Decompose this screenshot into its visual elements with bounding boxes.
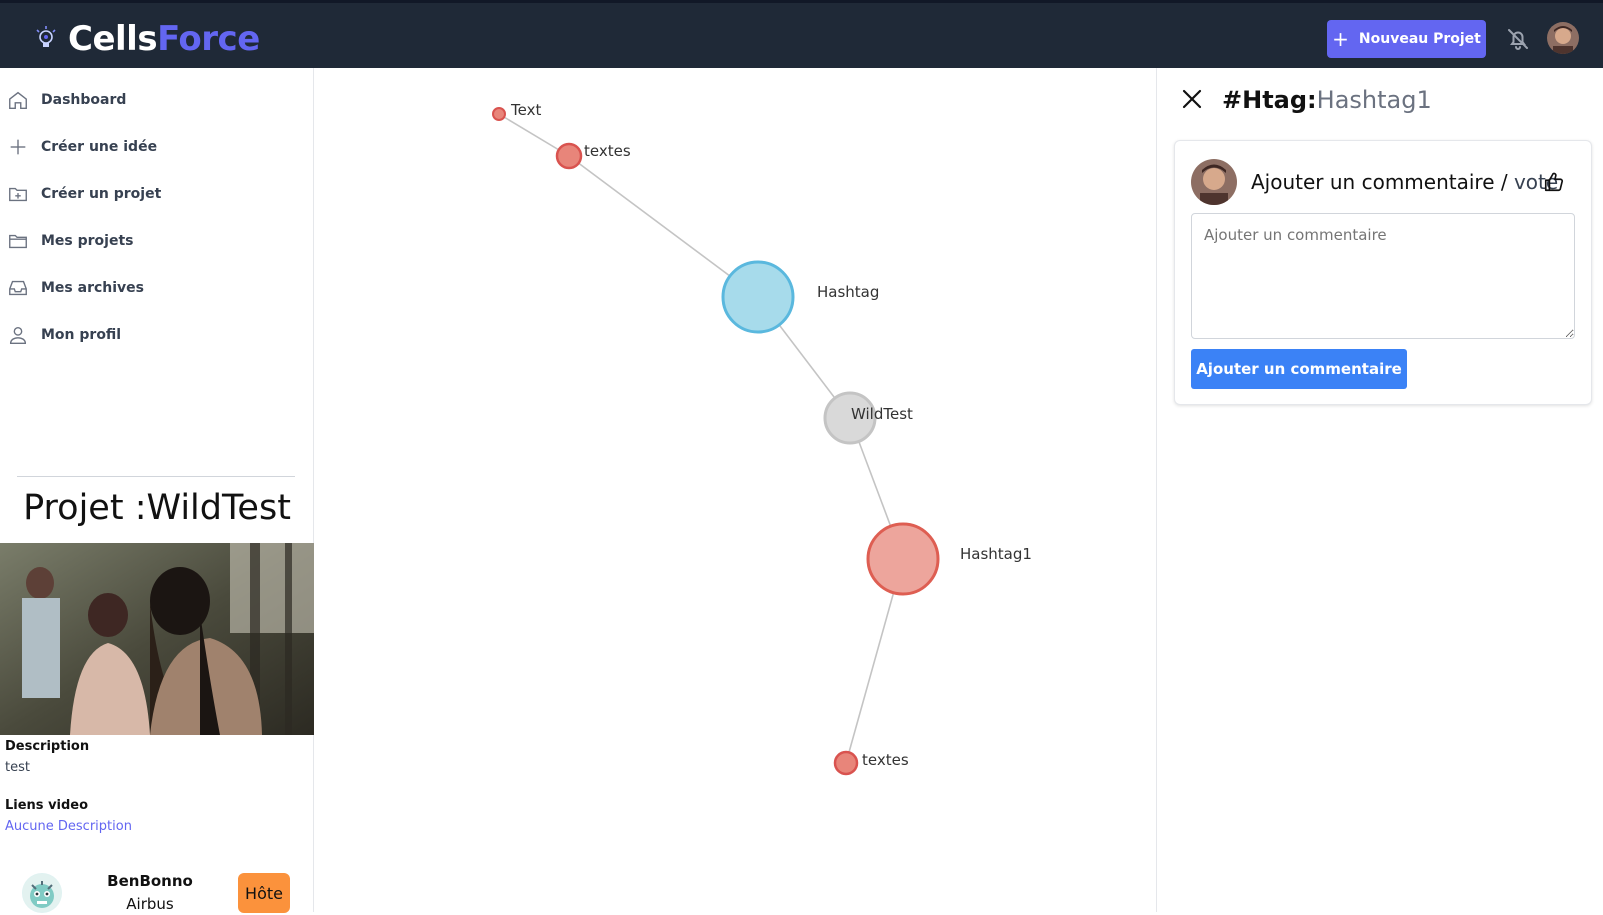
graph-node-hashtag1[interactable]: Hashtag1: [866, 522, 1032, 596]
sidebar-item-label: Créer une idée: [41, 139, 158, 155]
bell-off-icon[interactable]: [1506, 27, 1530, 51]
hashtag-graph[interactable]: Text textes Hashtag WildTest Hashtag1 te…: [315, 68, 1156, 912]
project-title: Projet :WildTest: [0, 488, 314, 528]
new-project-label: Nouveau Projet: [1358, 31, 1481, 47]
description-label: Description: [5, 739, 90, 754]
sidebar-item-dashboard[interactable]: Dashboard: [0, 80, 314, 120]
panel-title: #Htag:Hashtag1: [1222, 86, 1432, 114]
sidebar-item-label: Mon profil: [41, 327, 122, 343]
sidebar-item-label: Dashboard: [41, 92, 127, 108]
host-avatar: [22, 873, 62, 913]
description-value: test: [5, 760, 30, 775]
plus-icon: +: [1332, 27, 1349, 51]
comment-textarea[interactable]: [1191, 213, 1575, 339]
close-icon[interactable]: [1181, 88, 1203, 110]
inbox-icon: [9, 280, 27, 296]
graph-node-hashtag[interactable]: Hashtag: [721, 260, 879, 334]
graph-node-label: textes: [862, 751, 909, 769]
panel-title-tag: #Htag:: [1222, 86, 1317, 114]
comment-heading-text: Ajouter un commentaire /: [1251, 170, 1514, 194]
graph-node-textes-bottom[interactable]: textes: [833, 750, 909, 776]
project-host-row: BenBonno Airbus Hôte: [0, 865, 314, 915]
sidebar-item-create-idea[interactable]: Créer une idée: [0, 127, 314, 167]
project-title-prefix: Projet :: [23, 488, 147, 528]
host-name: BenBonno: [107, 872, 193, 890]
sidebar-item-my-profile[interactable]: Mon profil: [0, 315, 314, 355]
sidebar-item-create-project[interactable]: Créer un projet: [0, 174, 314, 214]
host-role-badge: Hôte: [238, 873, 290, 913]
folder-icon: [9, 234, 27, 249]
video-links-label: Liens video: [5, 798, 89, 813]
video-links-value[interactable]: Aucune Description: [5, 819, 132, 834]
graph-node-label: Hashtag1: [960, 545, 1032, 563]
comment-card: Ajouter un commentaire / vote Ajouter un…: [1174, 140, 1592, 405]
divider: [17, 476, 295, 477]
sidebar-item-label: Créer un projet: [41, 186, 162, 202]
hashtag-detail-panel: #Htag:Hashtag1 Ajouter un commentaire / …: [1156, 68, 1603, 912]
project-title-name: WildTest: [146, 488, 291, 528]
logo-text-force: Force: [157, 19, 260, 59]
sidebar-item-my-archives[interactable]: Mes archives: [0, 268, 314, 308]
plus-icon: [10, 139, 26, 155]
host-organization: Airbus: [126, 895, 174, 913]
comment-heading: Ajouter un commentaire / vote: [1251, 170, 1558, 194]
graph-node-label: Text: [510, 101, 541, 119]
graph-node-label: Hashtag: [817, 283, 879, 301]
sidebar-item-my-projects[interactable]: Mes projets: [0, 221, 314, 261]
folder-plus-icon: [9, 187, 27, 202]
graph-node-label: WildTest: [851, 405, 913, 423]
lightbulb-icon: [36, 26, 56, 47]
user-avatar[interactable]: [1547, 22, 1579, 54]
graph-node-wildtest[interactable]: WildTest: [823, 391, 913, 445]
project-image: [0, 543, 314, 735]
home-icon: [9, 91, 27, 109]
new-project-button[interactable]: + Nouveau Projet: [1327, 20, 1486, 58]
add-comment-button[interactable]: Ajouter un commentaire: [1191, 349, 1407, 389]
top-bar: CellsForce + Nouveau Projet: [0, 0, 1603, 68]
graph-node-text[interactable]: Text: [492, 101, 541, 121]
thumbs-up-icon[interactable]: [1543, 171, 1565, 193]
graph-node-label: textes: [584, 142, 631, 160]
sidebar: Dashboard Créer une idée Créer un projet…: [0, 68, 314, 915]
sidebar-item-label: Mes projets: [41, 233, 134, 249]
logo-text-cells: Cells: [68, 19, 158, 59]
sidebar-item-label: Mes archives: [41, 280, 145, 296]
user-icon: [9, 326, 27, 344]
commenter-avatar: [1191, 159, 1237, 205]
graph-node-textes-top[interactable]: textes: [555, 142, 631, 170]
panel-title-name: Hashtag1: [1316, 86, 1432, 114]
logo[interactable]: CellsForce: [34, 19, 260, 59]
